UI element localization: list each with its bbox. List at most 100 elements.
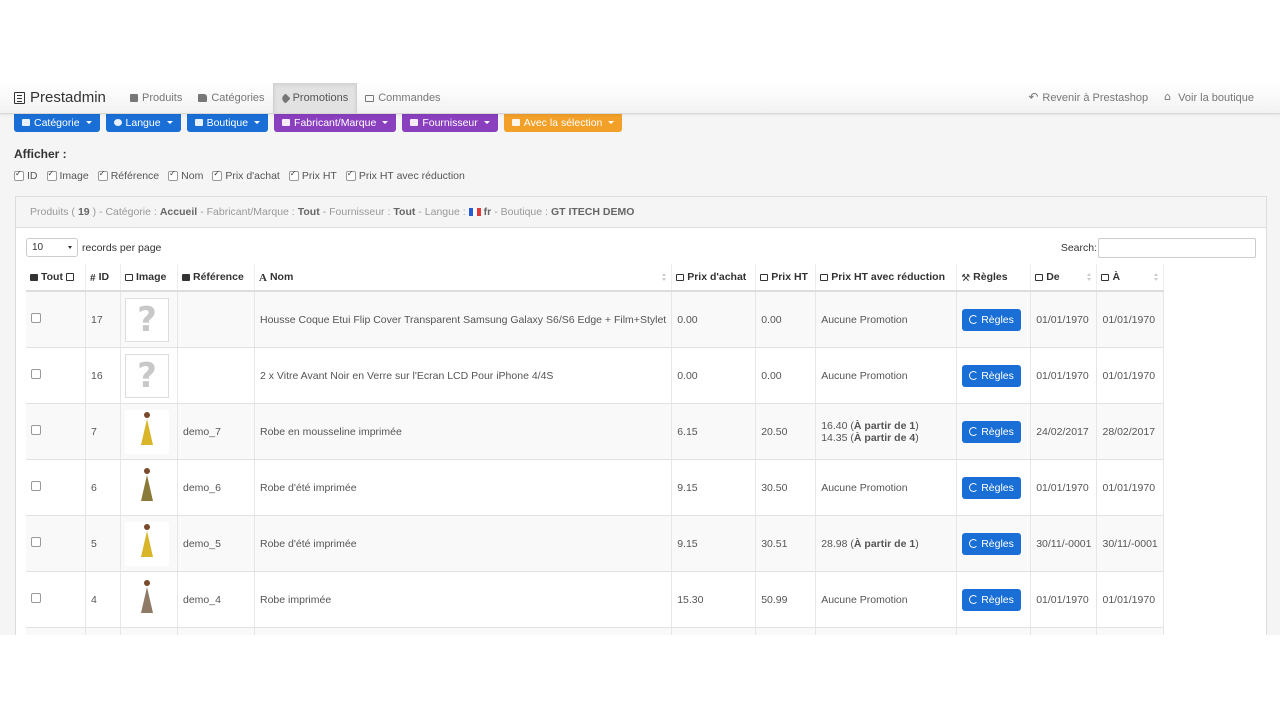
toggle-reference[interactable]: Référence <box>97 169 160 182</box>
shop-dropdown[interactable]: Boutique <box>186 113 269 132</box>
toggle-label: Référence <box>110 170 160 182</box>
col-to[interactable]: À <box>1096 264 1164 292</box>
cell-reference <box>177 347 255 404</box>
cell-price-ht: 20.50 <box>755 403 817 460</box>
toggle-nom[interactable]: Nom <box>168 169 203 182</box>
toggle-image[interactable]: Image <box>46 169 89 182</box>
row-checkbox[interactable] <box>31 537 41 547</box>
cell-id: 4 <box>85 571 121 628</box>
col-id[interactable]: # ID <box>85 264 121 292</box>
toggle-label: Image <box>59 170 89 182</box>
col-label: Prix d'achat <box>687 271 747 283</box>
cell-id: 17 <box>85 291 121 348</box>
cell-price-ht: 50.99 <box>755 571 817 628</box>
nav-categories[interactable]: Catégories <box>190 83 272 113</box>
cell-to: 01/01/1970 <box>1096 347 1164 404</box>
select-all-checkbox[interactable] <box>65 273 74 281</box>
toggle-id[interactable]: ID <box>14 169 38 182</box>
nav-promotions[interactable]: Promotions <box>272 83 358 113</box>
rules-button[interactable]: Règles <box>962 532 1021 555</box>
col-from[interactable]: De <box>1030 264 1098 292</box>
cell-image <box>120 459 178 516</box>
checkbox[interactable] <box>288 169 299 181</box>
sort-icon[interactable] <box>1153 273 1159 282</box>
dress-image-icon <box>140 523 154 564</box>
row-checkbox[interactable] <box>31 313 41 323</box>
col-price-reduction[interactable]: Prix HT avec réduction <box>815 264 958 292</box>
product-image <box>125 409 169 454</box>
nav-label: Commandes <box>378 92 441 104</box>
row-select-cell <box>26 459 86 516</box>
reduction-value: 28.98 <box>821 537 848 550</box>
cell-image: ? <box>120 291 178 348</box>
col-purchase-price[interactable]: Prix d'achat <box>671 264 757 292</box>
col-name[interactable]: A Nom <box>254 264 673 292</box>
rules-button[interactable]: Règles <box>962 476 1021 499</box>
reduction-text: Aucune Promotion <box>821 593 908 606</box>
cell-rules: Règles <box>956 515 1032 572</box>
language-dropdown[interactable]: Langue <box>105 113 181 132</box>
nav-commandes[interactable]: Commandes <box>357 83 448 113</box>
rules-button[interactable]: Règles <box>962 420 1021 443</box>
toggle-price-reduction[interactable]: Prix HT avec réduction <box>345 169 465 182</box>
supplier-value: Tout <box>393 206 416 218</box>
row-checkbox[interactable] <box>31 593 41 603</box>
cell-reference: demo_4 <box>177 571 255 628</box>
bulk-action-dropdown[interactable]: Avec la sélection <box>503 113 623 132</box>
question-mark-icon: ? <box>137 355 157 396</box>
row-checkbox[interactable] <box>31 425 41 435</box>
cell-rules: Règles <box>956 571 1032 628</box>
toggle-purchase-price[interactable]: Prix d'achat <box>212 169 280 182</box>
category-dropdown[interactable]: Catégorie <box>14 113 100 132</box>
checkbox[interactable] <box>14 169 24 181</box>
manufacturer-value: Tout <box>297 206 320 218</box>
back-arrow-icon <box>1028 90 1038 104</box>
sort-icon[interactable] <box>1087 273 1092 282</box>
secondary-nav: Revenir à Prestashop Voir la boutique <box>1020 83 1262 113</box>
nav-back-prestashop[interactable]: Revenir à Prestashop <box>1020 83 1156 113</box>
supplier-dropdown[interactable]: Fournisseur <box>402 113 498 132</box>
col-price-ht[interactable]: Prix HT <box>755 264 817 292</box>
empty-cell <box>177 627 255 635</box>
search-input[interactable] <box>1098 238 1256 258</box>
rules-button[interactable]: Règles <box>962 364 1021 387</box>
cell-name: Robe d'été imprimée <box>254 459 673 516</box>
cell-image <box>120 571 178 628</box>
table-header-row: Tout # ID Image Référence A Nom Prix d'ach… <box>26 264 1164 292</box>
checkbox[interactable] <box>345 169 356 181</box>
col-select-all[interactable]: Tout <box>26 264 86 292</box>
cell-from: 01/01/1970 <box>1030 571 1098 628</box>
page-length-select[interactable]: 10 <box>26 238 78 257</box>
empty-cell <box>26 627 86 635</box>
toggle-price-ht[interactable]: Prix HT <box>288 169 337 182</box>
rules-button[interactable]: Règles <box>962 308 1021 331</box>
page-length-value: 10 <box>32 242 44 253</box>
row-checkbox[interactable] <box>31 481 41 491</box>
col-label: Image <box>136 271 167 283</box>
col-label: Prix HT <box>771 271 808 283</box>
col-reference[interactable]: Référence <box>177 264 255 292</box>
checkbox[interactable] <box>212 169 223 181</box>
manufacturer-dropdown[interactable]: Fabricant/Marque <box>274 113 397 132</box>
nav-produits[interactable]: Produits <box>122 83 190 113</box>
nav-view-shop[interactable]: Voir la boutique <box>1156 83 1262 113</box>
checkbox[interactable] <box>97 169 108 181</box>
refresh-icon <box>969 483 979 492</box>
brand[interactable]: Prestadmin <box>14 89 106 106</box>
folder-icon <box>198 94 208 102</box>
cell-price-reduction: Aucune Promotion <box>815 347 958 404</box>
language-label: - Langue : <box>418 206 466 218</box>
show-columns-title: Afficher : <box>14 147 67 161</box>
row-checkbox[interactable] <box>31 369 41 379</box>
rules-label: Règles <box>981 313 1014 326</box>
empty-cell <box>755 627 817 635</box>
money-icon <box>820 274 829 281</box>
category-label: ) - Catégorie : <box>92 206 157 218</box>
checkbox[interactable] <box>168 169 179 181</box>
rules-button[interactable]: Règles <box>962 588 1021 611</box>
dropdown-label: Fabricant/Marque <box>294 116 377 129</box>
sort-icon[interactable] <box>662 273 667 282</box>
checkbox[interactable] <box>46 169 57 181</box>
shop-label: - Boutique : <box>494 206 548 218</box>
cell-id: 7 <box>85 403 121 460</box>
